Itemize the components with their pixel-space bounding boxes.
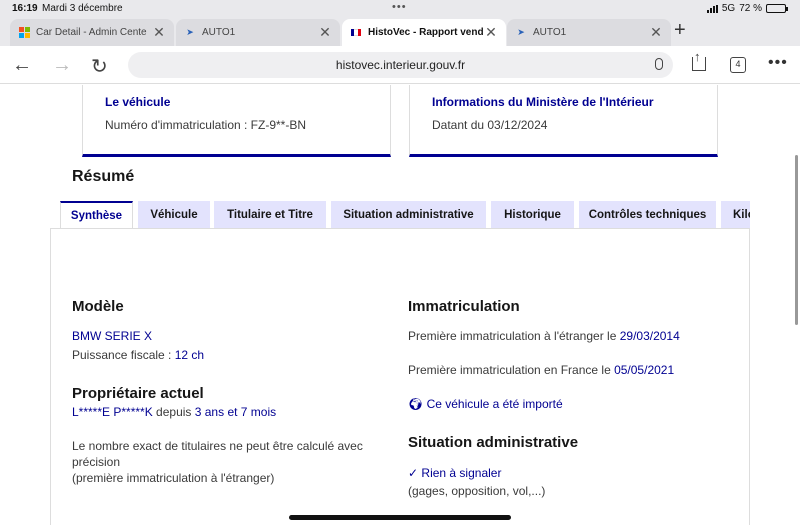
auto1-favicon-icon: ➤	[186, 27, 194, 37]
reload-icon[interactable]: ↻	[91, 54, 108, 79]
tab-controles-techniques[interactable]: Contrôles techniques	[579, 201, 716, 229]
owner-since-label: depuis	[152, 405, 195, 419]
status-bar: 16:19 Mardi 3 décembre ••• 5G 72 %	[0, 0, 800, 16]
back-arrow-icon[interactable]: ←	[12, 54, 32, 77]
status-date: Mardi 3 décembre	[42, 3, 123, 14]
tab-situation-administrative[interactable]: Situation administrative	[331, 201, 486, 229]
imported-vehicle-text: Ce véhicule a été importé	[426, 397, 563, 411]
admin-status-details: (gages, opposition, vol,...)	[408, 484, 546, 498]
share-icon[interactable]	[692, 49, 706, 71]
owner-note-line2: précision	[72, 455, 121, 469]
tab-count-button[interactable]: 4	[730, 57, 746, 73]
imported-vehicle-link[interactable]: 🌍︎ Ce véhicule a été importé	[408, 396, 563, 412]
status-indicators: 5G 72 %	[706, 3, 788, 14]
admin-center-favicon-icon	[18, 27, 30, 39]
tab-synthese[interactable]: Synthèse	[60, 201, 133, 229]
foreign-registration-date: 29/03/2014	[619, 329, 680, 343]
url-text: histovec.interieur.gouv.fr	[335, 58, 466, 72]
tab-label: AUTO1	[533, 27, 567, 38]
admin-situation-heading: Situation administrative	[408, 434, 579, 451]
browser-tab-auto1[interactable]: ➤ AUTO1 ✕	[176, 19, 340, 46]
tab-kilometrage[interactable]: Kilo	[721, 201, 750, 229]
address-bar[interactable]: histovec.interieur.gouv.fr	[128, 52, 673, 78]
fiscal-power: Puissance fiscale : 12 ch	[72, 347, 204, 363]
battery-percent: 72 %	[739, 3, 762, 14]
owner-line: L*****E P*****K depuis 3 ans et 7 mois	[72, 404, 276, 420]
owner-note-line3: (première immatriculation à l'étranger)	[72, 471, 275, 485]
tab-vehicule[interactable]: Véhicule	[138, 201, 210, 229]
microphone-icon[interactable]	[655, 58, 663, 70]
forward-arrow-icon[interactable]: →	[52, 54, 72, 77]
close-tab-icon[interactable]: ✕	[649, 24, 663, 41]
tab-label: AUTO1	[202, 27, 236, 38]
ministry-info-card: Informations du Ministère de l'Intérieur…	[409, 85, 718, 157]
tab-historique[interactable]: Historique	[491, 201, 574, 229]
france-registration-date: 05/05/2021	[614, 363, 675, 377]
network-label: 5G	[721, 3, 736, 14]
owner-heading: Propriétaire actuel	[72, 385, 204, 402]
globe-icon: 🌍︎	[408, 397, 424, 411]
owner-note: Le nombre exact de titulaires ne peut êt…	[72, 438, 363, 486]
tab-label: Car Detail - Admin Cente	[36, 27, 147, 38]
new-tab-plus-icon[interactable]: +	[674, 19, 686, 42]
battery-icon	[766, 4, 788, 13]
home-indicator[interactable]	[289, 515, 511, 520]
admin-status-text: Rien à signaler	[421, 466, 502, 480]
report-tabs: Synthèse Véhicule Titulaire et Titre Sit…	[60, 201, 750, 229]
owner-note-line1: Le nombre exact de titulaires ne peut êt…	[72, 439, 363, 453]
fiscal-power-label: Puissance fiscale :	[72, 348, 175, 362]
status-time: 16:19	[12, 3, 38, 14]
owner-duration: 3 ans et 7 mois	[194, 405, 277, 419]
check-icon: ✓	[408, 466, 419, 480]
registration-heading: Immatriculation	[408, 298, 520, 315]
more-options-icon[interactable]: •••	[768, 54, 788, 72]
summary-title: Résumé	[72, 168, 135, 185]
ministry-card-title: Informations du Ministère de l'Intérieur	[432, 95, 654, 109]
french-flag-icon	[350, 27, 362, 39]
model-heading: Modèle	[72, 298, 124, 315]
cell-signal-icon	[706, 4, 718, 13]
france-registration: Première immatriculation en France le 05…	[408, 362, 674, 378]
france-registration-label: Première immatriculation en France le	[408, 363, 615, 377]
navigation-bar: ← → ↻ histovec.interieur.gouv.fr 4 •••	[0, 46, 800, 84]
browser-tab-histovec[interactable]: HistoVec - Rapport vende ✕	[342, 19, 506, 46]
browser-tab-auto1-2[interactable]: ➤ AUTO1 ✕	[507, 19, 671, 46]
page-scrollbar[interactable]	[795, 155, 798, 325]
browser-tab-car-detail[interactable]: Car Detail - Admin Cente ✕	[10, 19, 174, 46]
model-name-value: BMW SERIE X	[72, 329, 153, 343]
report-date-text: Datant du 03/12/2024	[432, 118, 548, 132]
foreign-registration: Première immatriculation à l'étranger le…	[408, 328, 680, 344]
auto1-favicon-icon: ➤	[517, 27, 525, 37]
close-tab-icon[interactable]: ✕	[318, 24, 332, 41]
tab-label: HistoVec - Rapport vende	[368, 27, 484, 38]
vehicle-info-card: Le véhicule Numéro d'immatriculation : F…	[82, 85, 391, 157]
foreign-registration-label: Première immatriculation à l'étranger le	[408, 329, 620, 343]
browser-tab-bar: Car Detail - Admin Cente ✕ ➤ AUTO1 ✕ His…	[0, 16, 800, 46]
admin-status: ✓ Rien à signaler	[408, 465, 501, 481]
multitask-dots-icon[interactable]: •••	[392, 1, 407, 13]
close-tab-icon[interactable]: ✕	[152, 24, 166, 41]
fiscal-power-value: 12 ch	[174, 348, 205, 362]
vehicle-card-title: Le véhicule	[105, 95, 171, 109]
plate-number-text: Numéro d'immatriculation : FZ-9**-BN	[105, 118, 307, 132]
owner-name: L*****E P*****K	[72, 405, 153, 419]
tab-titulaire-titre[interactable]: Titulaire et Titre	[214, 201, 326, 229]
model-name: BMW SERIE X	[72, 328, 152, 344]
close-tab-icon[interactable]: ✕	[484, 24, 498, 41]
